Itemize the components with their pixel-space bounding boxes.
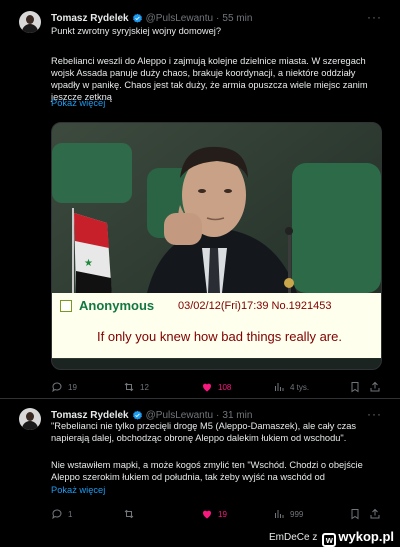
verified-badge-icon bbox=[132, 13, 142, 23]
verified-badge-icon bbox=[132, 410, 142, 420]
author-name[interactable]: Tomasz Rydelek bbox=[51, 13, 129, 24]
bookmark-icon bbox=[351, 509, 359, 520]
repost-icon bbox=[124, 509, 134, 519]
show-more-link[interactable]: Pokaż więcej bbox=[51, 98, 105, 108]
reply-button[interactable]: 19 bbox=[51, 379, 77, 395]
reply-button[interactable]: 1 bbox=[51, 506, 72, 522]
more-icon[interactable]: ··· bbox=[367, 10, 382, 24]
bookmark-icon bbox=[351, 382, 359, 393]
reply-count: 19 bbox=[68, 382, 77, 392]
checkbox-icon bbox=[60, 300, 72, 312]
greentext-date: 03/02/12(Fri)17:39 No.1921453 bbox=[178, 300, 332, 312]
reply-count: 1 bbox=[68, 509, 73, 519]
tweet-text: "Rebelianci nie tylko przecięli drogę M5… bbox=[51, 421, 357, 443]
separator: · bbox=[216, 409, 220, 421]
tweet-actions: 1 19 999 bbox=[51, 506, 384, 522]
bookmark-button[interactable] bbox=[349, 506, 366, 522]
tweet[interactable]: Tomasz Rydelek @PulsLewantu · 55 min ···… bbox=[0, 0, 400, 398]
tweet-header: Tomasz Rydelek @PulsLewantu · 55 min ··· bbox=[51, 10, 382, 26]
timestamp[interactable]: 55 min bbox=[222, 13, 252, 24]
views-button[interactable]: 4 tys. bbox=[273, 379, 309, 395]
tweet-actions: 19 12 108 4 tys. bbox=[51, 379, 384, 395]
tweet-question: Punkt zwrotny syryjskiej wojny domowej? bbox=[51, 26, 221, 36]
watermark: EmDeCe z w wykop.pl bbox=[0, 528, 400, 547]
timestamp[interactable]: 31 min bbox=[222, 410, 252, 421]
share-icon bbox=[370, 381, 380, 392]
share-icon bbox=[370, 508, 380, 519]
repost-button[interactable]: 12 bbox=[123, 379, 149, 395]
greentext-overlay: Anonymous 03/02/12(Fri)17:39 No.1921453 … bbox=[52, 293, 381, 358]
reply-icon bbox=[52, 382, 62, 393]
views-icon bbox=[275, 383, 284, 391]
tweet-text: Nie wstawiłem mapki, a może kogoś zmylić… bbox=[51, 460, 363, 482]
wykop-logo: w wykop.pl bbox=[322, 529, 394, 547]
avatar[interactable] bbox=[19, 11, 41, 33]
like-count: 19 bbox=[218, 509, 227, 519]
watermark-user: EmDeCe z bbox=[269, 532, 318, 543]
author-handle[interactable]: @PulsLewantu bbox=[146, 13, 213, 24]
svg-text:★: ★ bbox=[84, 258, 93, 269]
views-button[interactable]: 999 bbox=[273, 506, 303, 522]
like-icon bbox=[202, 383, 212, 392]
reply-icon bbox=[52, 509, 62, 520]
views-icon bbox=[275, 510, 284, 518]
wykop-icon: w bbox=[322, 532, 337, 547]
author-name[interactable]: Tomasz Rydelek bbox=[51, 410, 129, 421]
separator: · bbox=[216, 12, 220, 24]
views-count: 4 tys. bbox=[290, 382, 310, 392]
share-button[interactable] bbox=[369, 506, 386, 522]
repost-button[interactable] bbox=[123, 506, 140, 522]
like-count: 108 bbox=[218, 382, 232, 392]
like-icon bbox=[202, 510, 212, 519]
share-button[interactable] bbox=[369, 379, 386, 395]
watermark-site: wykop.pl bbox=[338, 528, 394, 544]
repost-count: 12 bbox=[140, 382, 149, 392]
avatar[interactable] bbox=[19, 408, 41, 430]
tweet-text: Rebelianci weszli do Aleppo i zajmują ko… bbox=[51, 56, 368, 102]
tweet-media-image[interactable]: ★ Anonymous 03/02/12(Fri)17:39 No.192145… bbox=[51, 122, 382, 370]
more-icon[interactable]: ··· bbox=[367, 407, 382, 421]
greentext-message: If only you knew how bad things really a… bbox=[97, 329, 342, 344]
show-more-link[interactable]: Pokaż więcej bbox=[51, 485, 105, 495]
bookmark-button[interactable] bbox=[349, 379, 366, 395]
greentext-name: Anonymous bbox=[79, 298, 155, 313]
like-button[interactable]: 108 bbox=[201, 379, 231, 395]
repost-icon bbox=[124, 382, 134, 392]
author-handle[interactable]: @PulsLewantu bbox=[146, 410, 213, 421]
views-count: 999 bbox=[290, 509, 304, 519]
like-button[interactable]: 19 bbox=[201, 506, 227, 522]
